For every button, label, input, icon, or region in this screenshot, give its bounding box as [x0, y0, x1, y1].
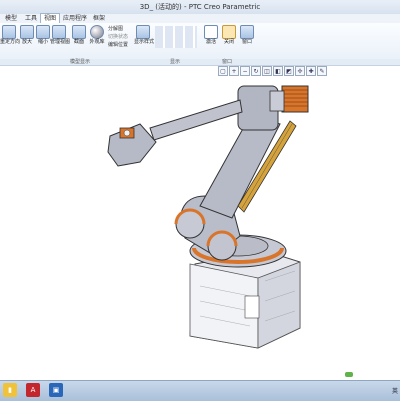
input-method-label[interactable]: 英	[392, 386, 398, 395]
group-model-display: 模型显示	[70, 59, 91, 65]
tab-tools[interactable]: 工具	[22, 14, 40, 23]
annotation-display-icon[interactable]: ✎	[317, 66, 327, 76]
display-style-icon	[136, 25, 150, 39]
view-toolbar: ▢ + − ↻ ◫ ◧ ◩ ✢ ✚ ✎	[218, 66, 327, 76]
taskbar: ▮ A ▣ 英	[0, 380, 400, 401]
creo-app-icon[interactable]: ▣	[49, 383, 63, 397]
close-window-button[interactable]: 关闭	[220, 25, 238, 45]
file-explorer-icon[interactable]: ▮	[3, 383, 17, 397]
status-bar	[0, 370, 400, 379]
reorient-icon	[2, 25, 16, 39]
appearance-icon	[90, 25, 104, 39]
zoom-out-icon	[36, 25, 50, 39]
reorient-button[interactable]: 重定方向	[0, 25, 20, 45]
tab-model[interactable]: 模型	[2, 14, 20, 23]
display-style-icon[interactable]: ◧	[273, 66, 283, 76]
windows-button[interactable]: 窗口	[238, 25, 256, 45]
perspective-icon[interactable]: ◩	[284, 66, 294, 76]
toggle-state-item[interactable]: 切换状态	[108, 34, 128, 40]
group-show: 显示	[170, 59, 181, 65]
edit-position-item[interactable]: 编辑位置	[108, 42, 128, 48]
menu-tabs: 模型 工具 视图 应用程序 框架	[0, 13, 400, 24]
pdf-reader-icon[interactable]: A	[26, 383, 40, 397]
display-style-button[interactable]: 显示样式	[134, 25, 154, 45]
display-toggles	[155, 26, 197, 48]
section-button[interactable]: 截面	[70, 25, 88, 45]
refit-icon[interactable]: ▢	[218, 66, 228, 76]
status-indicator-icon	[345, 372, 353, 377]
repaint-icon[interactable]: ↻	[251, 66, 261, 76]
spin-center-icon[interactable]: ✚	[306, 66, 316, 76]
graphics-area[interactable]	[0, 66, 400, 379]
activate-icon	[204, 25, 218, 39]
ribbon-groups: 模型显示 显示 窗口	[0, 59, 400, 66]
windows-icon	[240, 25, 254, 39]
zoom-in-icon[interactable]: +	[229, 66, 239, 76]
manage-views-icon	[52, 25, 66, 39]
manage-views-button[interactable]: 管理视图	[50, 25, 70, 45]
zoom-out-icon[interactable]: −	[240, 66, 250, 76]
tab-framework[interactable]: 框架	[90, 14, 108, 23]
tab-applications[interactable]: 应用程序	[60, 14, 90, 23]
ribbon: 重定方向 放大 缩小 管理视图 截面 外观库 分解图 切换状态 编辑位置 显示样…	[0, 23, 400, 60]
appearance-button[interactable]: 外观库	[88, 25, 106, 45]
close-window-icon	[222, 25, 236, 39]
robot-arm-model	[107, 85, 309, 349]
group-window: 窗口	[222, 59, 233, 65]
window-title: 3D_ (活动的) - PTC Creo Parametric	[139, 3, 261, 11]
section-icon	[72, 25, 86, 39]
explode-view-item[interactable]: 分解图	[108, 26, 123, 32]
saved-views-icon[interactable]: ◫	[262, 66, 272, 76]
zoom-in-icon	[20, 25, 34, 39]
datum-display-icon[interactable]: ✢	[295, 66, 305, 76]
activate-button[interactable]: 激活	[202, 25, 220, 45]
